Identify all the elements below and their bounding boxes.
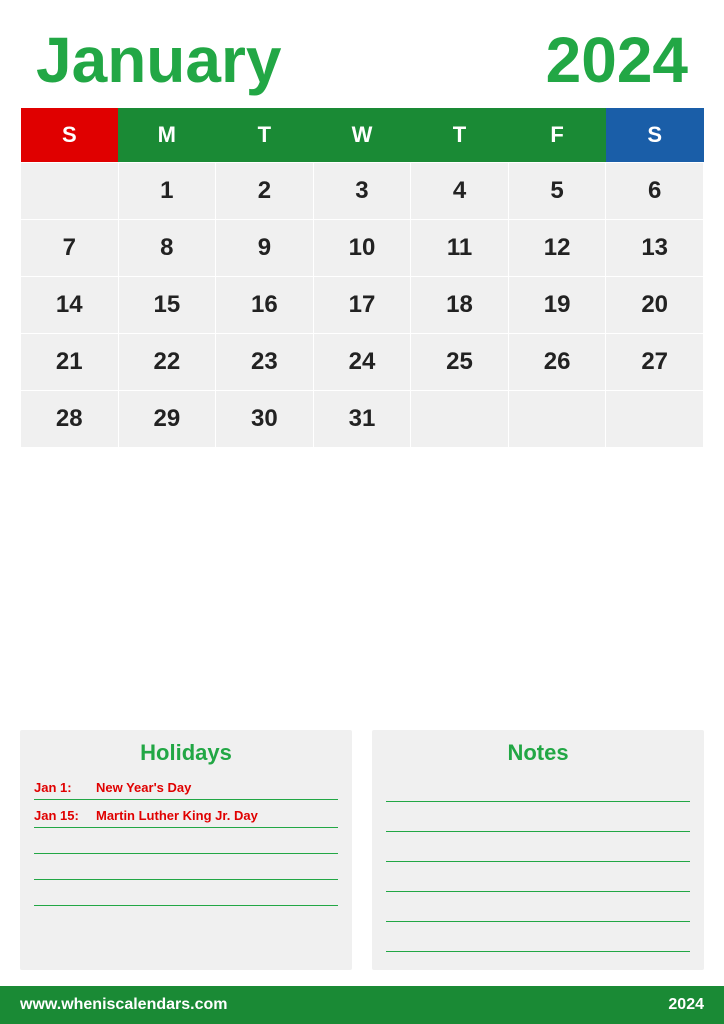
calendar-row: 21222324252627 <box>21 334 704 391</box>
calendar-cell: 4 <box>411 163 509 220</box>
calendar-cell: 27 <box>606 334 704 391</box>
holiday-name: Martin Luther King Jr. Day <box>96 808 258 823</box>
calendar-cell: 30 <box>216 391 314 448</box>
holidays-title: Holidays <box>34 740 338 766</box>
calendar-cell: 21 <box>21 334 119 391</box>
note-line[interactable] <box>386 930 690 952</box>
calendar-cell: 15 <box>118 277 216 334</box>
note-line[interactable] <box>386 840 690 862</box>
calendar-cell: 6 <box>606 163 704 220</box>
calendar-cell: 12 <box>508 220 606 277</box>
calendar-cell: 14 <box>21 277 119 334</box>
holiday-date: Jan 15: <box>34 808 86 823</box>
col-header-sat: S <box>606 108 704 163</box>
notes-title: Notes <box>386 740 690 766</box>
calendar-cell: 3 <box>313 163 411 220</box>
calendar-page: January 2024 S M T W T F S 1234567891011… <box>0 0 724 1024</box>
header: January 2024 <box>0 0 724 108</box>
calendar-cell: 13 <box>606 220 704 277</box>
calendar-cell: 10 <box>313 220 411 277</box>
holiday-blank-line <box>34 832 338 854</box>
note-line[interactable] <box>386 870 690 892</box>
calendar-cell: 16 <box>216 277 314 334</box>
calendar-cell: 2 <box>216 163 314 220</box>
calendar-cell: 9 <box>216 220 314 277</box>
col-header-thu: T <box>411 108 509 163</box>
calendar-cell <box>411 391 509 448</box>
col-header-mon: M <box>118 108 216 163</box>
calendar-body: 1234567891011121314151617181920212223242… <box>21 163 704 448</box>
holiday-item: Jan 15: Martin Luther King Jr. Day <box>34 804 338 828</box>
calendar-cell: 26 <box>508 334 606 391</box>
col-header-tue: T <box>216 108 314 163</box>
holiday-date: Jan 1: <box>34 780 86 795</box>
calendar-row: 28293031 <box>21 391 704 448</box>
calendar-cell: 11 <box>411 220 509 277</box>
calendar-cell: 19 <box>508 277 606 334</box>
calendar-row: 123456 <box>21 163 704 220</box>
calendar-cell: 31 <box>313 391 411 448</box>
calendar-cell: 29 <box>118 391 216 448</box>
calendar-cell: 7 <box>21 220 119 277</box>
calendar-cell: 28 <box>21 391 119 448</box>
holiday-item: Jan 1: New Year's Day <box>34 776 338 800</box>
month-title: January <box>36 28 281 92</box>
bottom-section: Holidays Jan 1: New Year's Day Jan 15: Mart… <box>20 730 704 970</box>
calendar-cell: 24 <box>313 334 411 391</box>
calendar-cell: 1 <box>118 163 216 220</box>
notes-box: Notes <box>372 730 704 970</box>
calendar-cell: 5 <box>508 163 606 220</box>
holidays-list: Jan 1: New Year's Day Jan 15: Martin Luther… <box>34 776 338 906</box>
holidays-box: Holidays Jan 1: New Year's Day Jan 15: Mart… <box>20 730 352 970</box>
holiday-blank-line <box>34 884 338 906</box>
footer-year: 2024 <box>668 996 704 1014</box>
notes-lines <box>386 776 690 956</box>
calendar-cell <box>21 163 119 220</box>
footer-url: www.wheniscalendars.com <box>20 996 227 1014</box>
footer: www.wheniscalendars.com 2024 <box>0 986 724 1024</box>
calendar-cell: 18 <box>411 277 509 334</box>
year-title: 2024 <box>546 28 688 92</box>
calendar-cell: 8 <box>118 220 216 277</box>
calendar-cell: 23 <box>216 334 314 391</box>
calendar-header-row: S M T W T F S <box>21 108 704 163</box>
note-line[interactable] <box>386 900 690 922</box>
calendar-table: S M T W T F S 12345678910111213141516171… <box>20 108 704 448</box>
col-header-wed: W <box>313 108 411 163</box>
col-header-sun: S <box>21 108 119 163</box>
calendar-container: S M T W T F S 12345678910111213141516171… <box>20 108 704 712</box>
calendar-cell: 20 <box>606 277 704 334</box>
note-line[interactable] <box>386 810 690 832</box>
col-header-fri: F <box>508 108 606 163</box>
calendar-row: 78910111213 <box>21 220 704 277</box>
calendar-row: 14151617181920 <box>21 277 704 334</box>
calendar-cell: 25 <box>411 334 509 391</box>
note-line[interactable] <box>386 780 690 802</box>
calendar-cell <box>606 391 704 448</box>
calendar-cell: 22 <box>118 334 216 391</box>
calendar-cell: 17 <box>313 277 411 334</box>
holiday-blank-line <box>34 858 338 880</box>
calendar-cell <box>508 391 606 448</box>
holiday-name: New Year's Day <box>96 780 191 795</box>
